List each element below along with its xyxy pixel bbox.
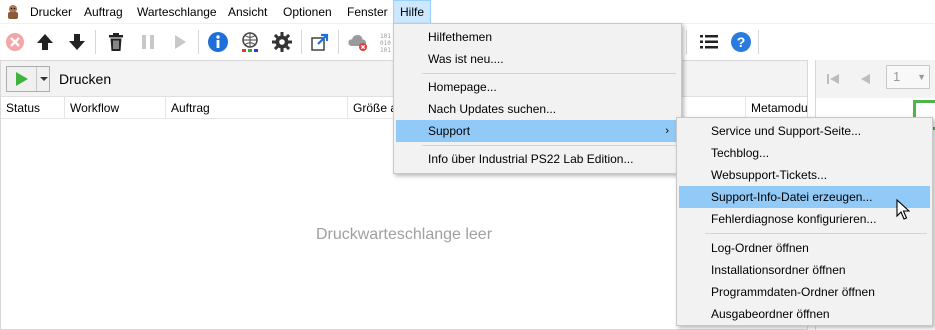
menu-drucker[interactable]: Drucker (24, 0, 78, 24)
move-down-icon[interactable] (64, 28, 90, 56)
help-icon[interactable]: ? (728, 28, 754, 56)
menu-item-was-ist-neu[interactable]: Was ist neu.... (396, 48, 679, 70)
app-logo-icon (4, 3, 22, 21)
chevron-down-icon: ▼ (917, 72, 926, 82)
pause-icon[interactable] (135, 28, 161, 56)
column-metamodul[interactable]: Metamodu (746, 97, 808, 119)
page-number-value: 1 (893, 69, 901, 84)
toolbar-separator (198, 30, 199, 54)
menu-fenster[interactable]: Fenster (341, 0, 394, 24)
help-menu: Hilfethemen Was ist neu.... Homepage... … (393, 23, 682, 174)
menu-item-support-info-datei[interactable]: Support-Info-Datei erzeugen... (679, 186, 930, 208)
svg-text:?: ? (737, 34, 746, 50)
settings-icon[interactable] (269, 28, 295, 56)
toolbar-separator (758, 30, 759, 54)
info-icon[interactable] (205, 28, 231, 56)
cloud-error-icon[interactable] (345, 28, 371, 56)
menu-item-programmdaten-ordner[interactable]: Programmdaten-Ordner öffnen (679, 281, 930, 303)
svg-text:101: 101 (380, 33, 391, 40)
toolbar-separator (338, 30, 339, 54)
menu-item-installationsordner[interactable]: Installationsordner öffnen (679, 259, 930, 281)
menu-ansicht[interactable]: Ansicht (222, 0, 273, 24)
mouse-cursor-icon (896, 198, 911, 221)
play-green-icon (15, 72, 28, 86)
previous-page-icon (861, 74, 870, 84)
toolbar-separator (95, 30, 96, 54)
menu-item-info-ueber[interactable]: Info über Industrial PS22 Lab Edition... (396, 148, 679, 170)
print-play-button[interactable] (7, 67, 37, 91)
menu-item-fehlerdiagnose[interactable]: Fehlerdiagnose konfigurieren... (679, 208, 930, 230)
menu-separator (705, 233, 927, 234)
menu-item-nach-updates-suchen[interactable]: Nach Updates suchen... (396, 98, 679, 120)
menu-item-websupport-tickets[interactable]: Websupport-Tickets... (679, 164, 930, 186)
menu-item-log-ordner[interactable]: Log-Ordner öffnen (679, 237, 930, 259)
move-up-icon[interactable] (32, 28, 58, 56)
column-auftrag[interactable]: Auftrag (166, 97, 348, 119)
toolbar-separator (301, 30, 302, 54)
menu-separator (422, 73, 676, 74)
play-icon[interactable] (167, 28, 193, 56)
external-link-icon[interactable] (307, 28, 333, 56)
support-submenu: Service und Support-Seite... Techblog...… (676, 117, 933, 326)
network-icon[interactable] (237, 28, 263, 56)
page-number-select[interactable]: 1 ▼ (886, 65, 930, 89)
menubar: Drucker Auftrag Warteschlange Ansicht Op… (0, 0, 935, 24)
first-page-icon (827, 74, 839, 84)
menu-auftrag[interactable]: Auftrag (78, 0, 129, 24)
previous-page-button[interactable] (854, 68, 876, 90)
toolbar-separator (686, 30, 687, 54)
menu-item-ausgabeordner[interactable]: Ausgabeordner öffnen (679, 303, 930, 325)
menu-hilfe[interactable]: Hilfe (393, 0, 432, 24)
list-icon[interactable] (696, 28, 722, 56)
chevron-down-icon (40, 77, 48, 81)
svg-text:101: 101 (380, 47, 391, 53)
cancel-icon[interactable] (2, 28, 28, 56)
menu-item-support[interactable]: Support › (396, 120, 679, 142)
delete-icon[interactable] (103, 28, 129, 56)
print-button-group (6, 66, 50, 92)
print-dropdown-button[interactable] (38, 67, 50, 91)
menu-item-support-label: Support (428, 124, 471, 138)
first-page-button[interactable] (822, 68, 844, 90)
panel-title: Drucken (59, 71, 112, 87)
menu-separator (422, 145, 676, 146)
menu-optionen[interactable]: Optionen (277, 0, 338, 24)
menu-item-techblog[interactable]: Techblog... (679, 142, 930, 164)
menu-item-service-und-support[interactable]: Service und Support-Seite... (679, 120, 930, 142)
menu-item-homepage[interactable]: Homepage... (396, 76, 679, 98)
svg-text:010: 010 (380, 40, 391, 47)
chevron-right-icon: › (665, 125, 669, 137)
column-workflow[interactable]: Workflow (65, 97, 166, 119)
column-status[interactable]: Status (1, 97, 65, 119)
menu-item-hilfethemen[interactable]: Hilfethemen (396, 26, 679, 48)
menu-warteschlange[interactable]: Warteschlange (131, 0, 223, 24)
